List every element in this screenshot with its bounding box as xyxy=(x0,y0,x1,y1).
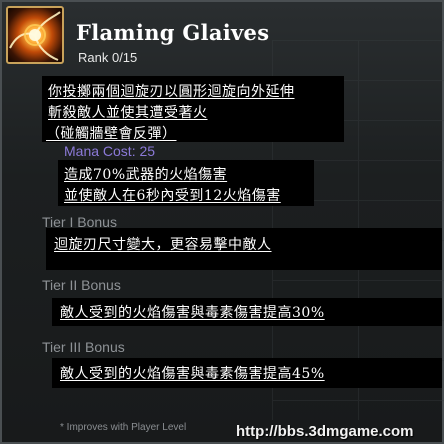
tier-3-text: 敵人受到的火焰傷害與毒素傷害提高45% xyxy=(60,366,325,382)
description-line-1: 你投擲兩個迴旋刃以圓形迴旋向外延伸 xyxy=(48,84,295,100)
flaming-glaives-icon xyxy=(6,6,64,64)
skill-tooltip: Flaming Glaives Rank 0/15 你投擲兩個迴旋刃以圓形迴旋向… xyxy=(0,0,444,444)
description-line-3: （碰觸牆壁會反彈） xyxy=(46,126,177,142)
tier-3-label: Tier III Bonus xyxy=(42,339,125,355)
footnote: * Improves with Player Level xyxy=(60,422,187,433)
damage-line-1: 造成70%武器的火焰傷害 xyxy=(64,167,228,183)
tier-2-label: Tier II Bonus xyxy=(42,277,121,293)
mana-cost: Mana Cost: 25 xyxy=(64,143,156,159)
tier-2-text: 敵人受到的火焰傷害與毒素傷害提高30% xyxy=(60,305,325,321)
tier-1-text: 迴旋刃尺寸變大，更容易擊中敵人 xyxy=(54,237,272,253)
damage-line-2: 並使敵人在6秒內受到12火焰傷害 xyxy=(64,188,281,204)
watermark-url: http://bbs.3dmgame.com xyxy=(236,423,414,440)
skill-title: Flaming Glaives xyxy=(76,20,270,45)
description-line-2: 斬殺敵人並使其遭受著火 xyxy=(48,105,208,121)
skill-rank: Rank 0/15 xyxy=(78,50,138,65)
